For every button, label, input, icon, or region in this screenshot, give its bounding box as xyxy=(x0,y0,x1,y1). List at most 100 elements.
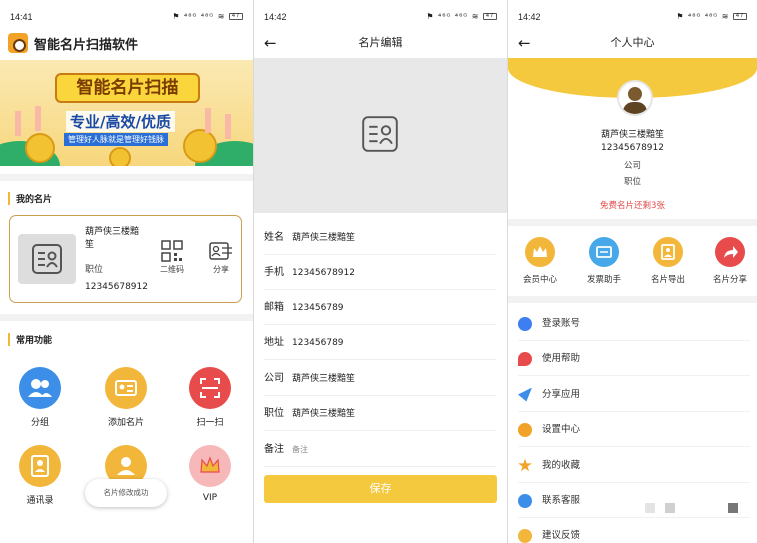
help-icon xyxy=(518,351,532,366)
field-label: 职位 xyxy=(264,408,284,419)
field-value[interactable]: 123456789 xyxy=(292,338,344,348)
group-icon xyxy=(19,367,61,409)
functions-heading: 常用功能 xyxy=(8,333,52,346)
function-label: 添加名片 xyxy=(107,418,144,428)
business-card[interactable]: 葫芦侠三楼黯笙 职位 12345678912 二维码 分享 xyxy=(9,215,242,303)
function-add-card[interactable]: 添加名片 xyxy=(96,367,156,428)
my-cards-heading: 我的名片 xyxy=(8,192,52,205)
function-contacts[interactable]: 通讯录 xyxy=(10,445,70,506)
divider xyxy=(0,174,253,181)
status-bar: 14:42 ⚑ ⁴⁶ᴳ ⁴⁶ᴳ ≋ 47 xyxy=(254,0,507,32)
settings-icon xyxy=(518,422,532,437)
menu-label: 使用帮助 xyxy=(542,353,581,364)
status-icons: ⚑ ⁴⁶ᴳ ⁴⁶ᴳ ≋ xyxy=(676,12,730,21)
function-label: VIP xyxy=(202,493,218,503)
nav-header: ← 名片编辑 xyxy=(254,30,507,56)
status-icons: ⚑ ⁴⁶ᴳ ⁴⁶ᴳ ≋ xyxy=(172,12,226,21)
crown-icon xyxy=(525,237,555,267)
function-label: 分组 xyxy=(30,418,49,428)
card-name: 葫芦侠三楼黯笙 xyxy=(85,227,140,250)
share-icon xyxy=(715,237,745,267)
nav-header: ← 个人中心 xyxy=(508,30,757,56)
camera-logo-icon xyxy=(8,33,28,53)
divider xyxy=(508,296,757,303)
menu-label: 建议反馈 xyxy=(542,530,581,541)
home-screen: 14:41 ⚑ ⁴⁶ᴳ ⁴⁶ᴳ ≋ 47 智能名片扫描软件 智能名片扫描 专业/… xyxy=(0,0,253,543)
quick-label: 名片导出 xyxy=(650,275,685,285)
field-value[interactable]: 葫芦侠三楼黯笙 xyxy=(292,374,355,384)
field-notes[interactable]: 备注 备注 xyxy=(264,432,496,467)
divider xyxy=(508,219,757,226)
card-image-upload[interactable] xyxy=(254,58,507,213)
menu-feedback[interactable]: 建议反馈 xyxy=(518,518,750,543)
field-value[interactable]: 12345678912 xyxy=(292,268,355,278)
function-vip[interactable]: VIP xyxy=(180,445,240,503)
card-phone: 12345678912 xyxy=(85,282,148,292)
function-group[interactable]: 分组 xyxy=(10,367,70,428)
share-card-label: 分享 xyxy=(213,265,229,274)
menu-help[interactable]: 使用帮助 xyxy=(518,341,750,376)
page-title: 名片编辑 xyxy=(358,36,403,49)
profile-company: 公司 xyxy=(623,161,641,171)
function-label: 扫一扫 xyxy=(196,418,224,428)
field-position[interactable]: 职位 葫芦侠三楼黯笙 xyxy=(264,396,496,431)
field-company[interactable]: 公司 葫芦侠三楼黯笙 xyxy=(264,361,496,396)
watermark-block xyxy=(728,503,738,513)
qr-code-label: 二维码 xyxy=(160,265,184,274)
notes-placeholder[interactable]: 备注 xyxy=(292,445,308,454)
field-address[interactable]: 地址 123456789 xyxy=(264,325,496,360)
menu-settings[interactable]: 设置中心 xyxy=(518,412,750,447)
back-arrow-icon[interactable]: ← xyxy=(518,30,531,56)
menu-customer-service[interactable]: 联系客服 xyxy=(518,483,750,518)
quick-invoice-helper[interactable]: 发票助手 xyxy=(576,237,632,285)
field-label: 公司 xyxy=(264,373,284,384)
profile-name: 葫芦侠三楼黯笙 xyxy=(600,130,664,140)
field-value[interactable]: 123456789 xyxy=(292,303,344,313)
status-time: 14:41 xyxy=(10,12,33,22)
status-bar: 14:42 ⚑ ⁴⁶ᴳ ⁴⁶ᴳ ≋ 47 xyxy=(508,0,757,32)
field-name[interactable]: 姓名 葫芦侠三楼黯笙 xyxy=(264,220,496,255)
quick-member-center[interactable]: 会员中心 xyxy=(512,237,568,285)
card-edit-screen: 14:42 ⚑ ⁴⁶ᴳ ⁴⁶ᴳ ≋ 47 ← 名片编辑 姓名 葫芦侠三楼黯笙 手机… xyxy=(254,0,507,543)
quick-card-share[interactable]: 名片分享 xyxy=(702,237,757,285)
star-icon xyxy=(518,458,532,472)
free-cards-notice: 免费名片还剩3张 xyxy=(600,201,665,211)
qr-code-icon xyxy=(161,240,183,262)
scan-icon xyxy=(189,367,231,409)
field-email[interactable]: 邮箱 123456789 xyxy=(264,290,496,325)
field-value[interactable]: 葫芦侠三楼黯笙 xyxy=(292,409,355,419)
menu-login[interactable]: 登录账号 xyxy=(518,306,750,341)
quick-label: 发票助手 xyxy=(586,275,621,285)
customer-service-icon xyxy=(518,493,532,508)
back-arrow-icon[interactable]: ← xyxy=(264,30,277,56)
banner-title: 智能名片扫描 xyxy=(55,73,200,103)
menu-favorites[interactable]: 我的收藏 xyxy=(518,448,750,483)
menu-label: 设置中心 xyxy=(542,424,581,435)
menu-label: 联系客服 xyxy=(542,495,581,506)
export-icon xyxy=(653,237,683,267)
status-bar: 14:41 ⚑ ⁴⁶ᴳ ⁴⁶ᴳ ≋ 47 xyxy=(0,0,253,32)
avatar[interactable] xyxy=(617,80,653,116)
watermark-block xyxy=(665,503,675,513)
quick-card-export[interactable]: 名片导出 xyxy=(640,237,696,285)
function-scan[interactable]: 扫一扫 xyxy=(180,367,240,428)
field-value[interactable]: 葫芦侠三楼黯笙 xyxy=(292,233,355,243)
qr-code-button[interactable]: 二维码 xyxy=(157,240,187,275)
card-icon xyxy=(32,244,62,274)
field-phone[interactable]: 手机 12345678912 xyxy=(264,255,496,290)
page-title: 个人中心 xyxy=(610,36,655,49)
menu-label: 我的收藏 xyxy=(542,460,581,471)
share-card-icon xyxy=(209,242,232,260)
ticket-icon xyxy=(589,237,619,267)
promo-banner[interactable]: 智能名片扫描 专业/高效/优质 管理好人脉就是管理好钱脉 xyxy=(0,60,253,166)
banner-tagline: 管理好人脉就是管理好钱脉 xyxy=(64,133,168,146)
save-button[interactable]: 保存 xyxy=(264,475,497,503)
card-icon xyxy=(362,116,398,152)
contacts-icon xyxy=(19,445,61,487)
field-label: 手机 xyxy=(264,267,284,278)
menu-share-app[interactable]: 分享应用 xyxy=(518,377,750,412)
field-label: 姓名 xyxy=(264,232,284,243)
quick-label: 名片分享 xyxy=(712,275,747,285)
share-card-button[interactable]: 分享 xyxy=(206,240,236,275)
status-time: 14:42 xyxy=(264,12,287,22)
